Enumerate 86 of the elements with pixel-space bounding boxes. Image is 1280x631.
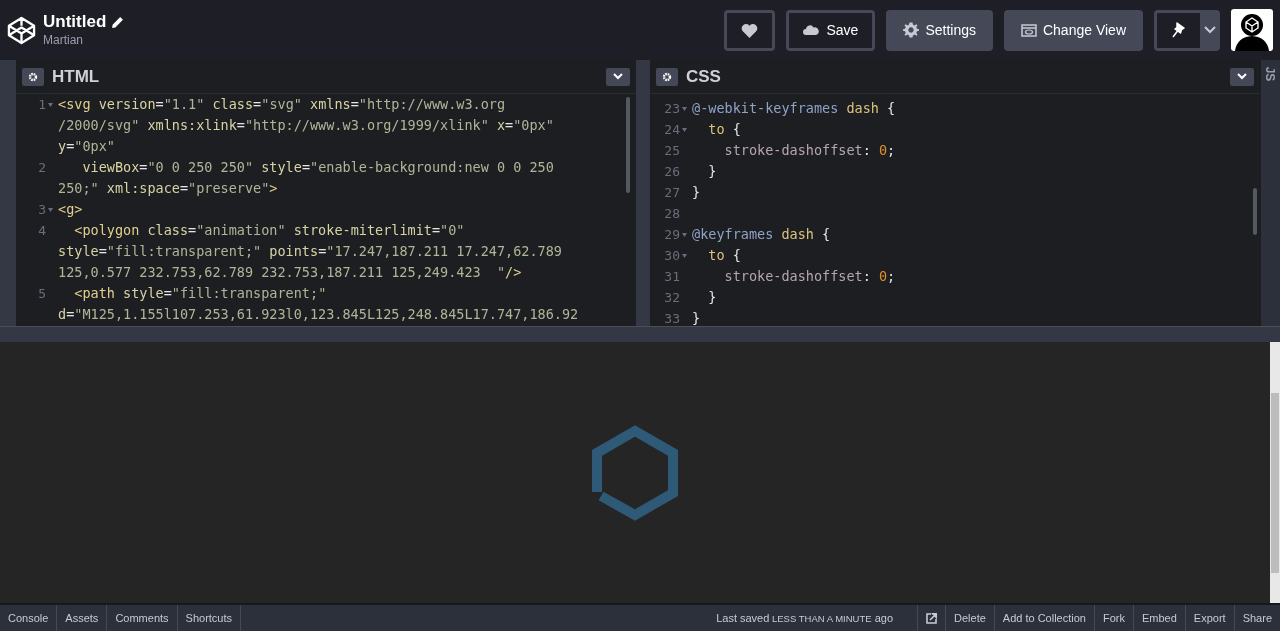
- chevron-down-icon: [1237, 73, 1247, 80]
- line-number: 28: [664, 204, 680, 223]
- footer-tab[interactable]: Shortcuts: [177, 605, 242, 631]
- line-number: 2: [38, 158, 46, 177]
- user-avatar[interactable]: [1231, 9, 1273, 51]
- editor-settings-button[interactable]: [656, 67, 678, 86]
- collapse-button[interactable]: [606, 67, 630, 86]
- dropdown-button[interactable]: [1200, 9, 1220, 51]
- line-number: 32: [664, 288, 680, 307]
- line-number: 27: [664, 183, 680, 202]
- last-saved-text: Last saved LESS THAN A MINUTE ago: [716, 610, 894, 626]
- settings-icon: [28, 71, 38, 82]
- fold-arrow-icon[interactable]: [682, 253, 687, 258]
- chevron-down-icon: [613, 73, 623, 80]
- code-line: d="M125,1.155l107.253,61.923l0,123.845L125,248.845L17.747,186.92: [58, 305, 579, 325]
- settings-button[interactable]: Settings: [886, 9, 993, 51]
- footer-action-button[interactable]: Export: [1184, 605, 1234, 631]
- chevron-down-icon: [1204, 26, 1216, 34]
- js-editor-tab[interactable]: JS: [1262, 66, 1279, 82]
- code-line: @keyframes dash {: [692, 225, 831, 245]
- external-link-icon: [926, 612, 937, 624]
- cube-logo-icon[interactable]: [7, 15, 36, 45]
- code-line: 250;" xml:space="preserve">: [58, 179, 278, 199]
- author-name[interactable]: Martian: [43, 32, 125, 48]
- footer-tab[interactable]: Assets: [57, 605, 108, 631]
- line-number: 24: [664, 120, 680, 139]
- code-line: @-webkit-keyframes dash {: [692, 99, 896, 119]
- heart-icon: [741, 22, 759, 38]
- code-line: 125,0.577 232.753,62.789 232.753,187.211 125,249.423 "/>: [58, 263, 522, 283]
- editor-title: HTML: [52, 65, 100, 88]
- line-number: 4: [38, 221, 46, 240]
- code-line: style="fill:transparent;" points="17.247,187.211 17.247,62.789: [58, 242, 562, 262]
- code-line: }: [707, 288, 717, 308]
- fold-arrow-icon[interactable]: [682, 106, 687, 111]
- window-icon: [1020, 23, 1037, 37]
- code-line: to {: [707, 120, 741, 140]
- code-line: }: [692, 183, 701, 203]
- line-number: 26: [664, 162, 680, 181]
- scrollbar-thumb[interactable]: [626, 97, 630, 193]
- editor-title: CSS: [686, 65, 721, 88]
- code-line: stroke-dashoffset: 0;: [723, 141, 896, 161]
- scrollbar-thumb[interactable]: [1253, 188, 1257, 235]
- footer-action-button[interactable]: Delete: [945, 605, 994, 631]
- code-line: }: [707, 162, 717, 182]
- line-number: 23: [664, 99, 680, 118]
- line-number: 3: [38, 200, 46, 219]
- footer-tab[interactable]: Console: [0, 605, 58, 631]
- code-line: <svg version="1.1" class="svg" xmlns="http://www.w3.org: [58, 95, 506, 115]
- preview-scrollbar[interactable]: [1270, 342, 1280, 603]
- line-number: 25: [664, 141, 680, 160]
- line-number: 5: [38, 284, 46, 303]
- fold-arrow-icon[interactable]: [682, 127, 687, 132]
- settings-icon: [903, 22, 920, 38]
- collapse-button[interactable]: [1230, 67, 1254, 86]
- footer-action-button[interactable]: Share: [1233, 605, 1280, 631]
- code-line: <polygon class="animation" stroke-miterlimit="0": [73, 221, 465, 241]
- line-number: 31: [664, 267, 680, 286]
- line-number: 30: [664, 246, 680, 265]
- code-line: y="0px": [58, 137, 115, 157]
- footer-action-button[interactable]: Embed: [1133, 605, 1185, 631]
- heart-button[interactable]: [724, 9, 776, 51]
- code-line: to {: [707, 246, 741, 266]
- fold-arrow-icon[interactable]: [48, 207, 53, 212]
- code-line: <g>: [58, 200, 83, 220]
- code-line: }: [692, 309, 701, 326]
- pencil-icon[interactable]: [111, 15, 125, 29]
- footer-action-button[interactable]: Add to Collection: [993, 605, 1094, 631]
- pen-title[interactable]: Untitled: [43, 12, 107, 32]
- code-line: viewBox="0 0 250 250" style="enable-background:new 0 0 250: [81, 158, 554, 178]
- cloud-icon: [803, 25, 820, 35]
- change-view-button[interactable]: Change View: [1003, 9, 1143, 51]
- line-number: 33: [664, 309, 680, 326]
- footer-action-button[interactable]: Fork: [1094, 605, 1133, 631]
- settings-icon: [662, 71, 672, 82]
- save-button[interactable]: Save: [786, 9, 876, 51]
- footer-tab[interactable]: Comments: [107, 605, 178, 631]
- pushpin-icon: [1171, 21, 1186, 39]
- code-line: <path style="fill:transparent;": [73, 284, 327, 304]
- fold-arrow-icon[interactable]: [48, 102, 53, 107]
- line-number: 1: [38, 95, 46, 114]
- fold-arrow-icon[interactable]: [682, 232, 687, 237]
- code-line: /2000/svg" xmlns:xlink="http://www.w3.org/1999/xlink" x="0px": [58, 116, 554, 136]
- editor-settings-button[interactable]: [22, 67, 44, 86]
- pin-button[interactable]: [1154, 9, 1200, 51]
- code-line: stroke-dashoffset: 0;: [723, 267, 896, 287]
- line-number: 29: [664, 225, 680, 244]
